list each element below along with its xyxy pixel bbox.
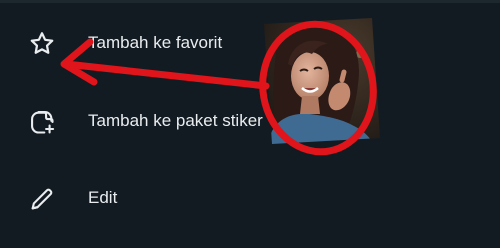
menu-item-add-to-sticker-pack[interactable]: Tambah ke paket stiker [0, 94, 500, 150]
divider [0, 0, 500, 3]
sticker-add-icon [31, 111, 55, 134]
menu-item-label: Tambah ke favorit [88, 33, 223, 52]
pencil-icon [31, 188, 53, 210]
star-outline-icon [30, 32, 54, 54]
menu-item-edit[interactable]: Edit [0, 171, 500, 227]
menu-item-label: Edit [88, 188, 118, 207]
menu-item-add-to-favorites[interactable]: Tambah ke favorit [0, 16, 500, 72]
sticker-context-menu: Tambah ke favorit Tambah ke paket stiker… [0, 0, 500, 248]
sticker-photo[interactable] [258, 14, 382, 146]
menu-item-label: Tambah ke paket stiker [88, 111, 263, 130]
